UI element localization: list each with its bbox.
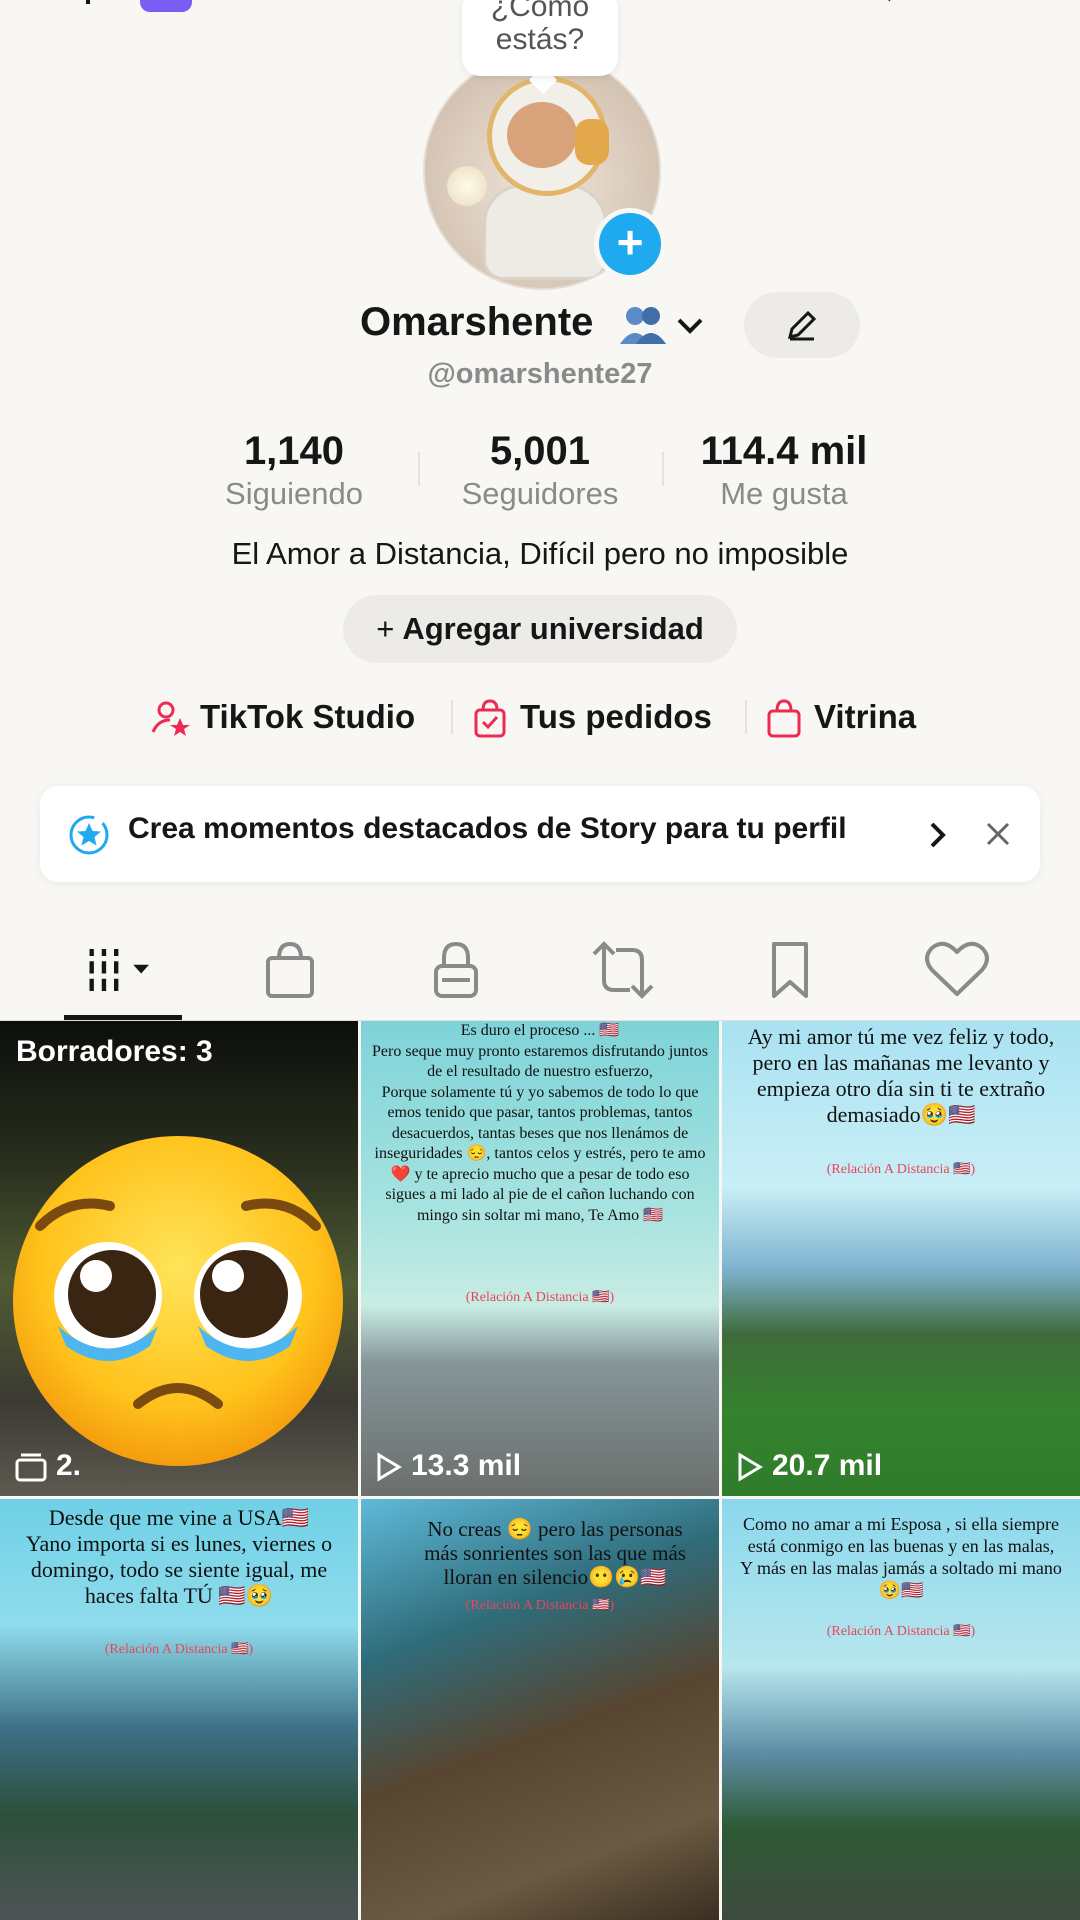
video-caption: Como no amar a mi Esposa , si ella siemp… <box>740 1514 1062 1600</box>
tab-bookmark-icon[interactable] <box>756 940 826 1000</box>
close-icon[interactable] <box>984 820 1012 848</box>
link-tus-pedidos[interactable]: Tus pedidos <box>520 692 712 742</box>
view-count: 13.3 mil <box>375 1446 521 1486</box>
add-friend-icon[interactable] <box>36 0 106 22</box>
view-count: 20.7 mil <box>736 1446 882 1486</box>
stat-following[interactable]: 1,140 Siguiendo <box>174 428 414 514</box>
chevron-right-icon <box>930 822 946 848</box>
status-bubble[interactable]: ¿Cómo estás? <box>462 0 618 76</box>
video-tile[interactable]: No creas 😔 pero las personas más sonrien… <box>361 1499 719 1920</box>
people-emoji-icon <box>620 307 666 344</box>
stat-followers[interactable]: 5,001 Seguidores <box>420 428 660 514</box>
drafts-count: 2. <box>14 1446 81 1486</box>
story-highlights-banner[interactable]: Crea momentos destacados de Story para t… <box>40 786 1040 882</box>
drafts-stack-icon <box>15 1453 47 1482</box>
video-caption: Ay mi amor tú me vez feliz y todo, pero … <box>747 1024 1055 1127</box>
video-tag: (Relación A Distancia 🇺🇸) <box>104 1642 254 1657</box>
video-tile[interactable]: Como no amar a mi Esposa , si ella siemp… <box>722 1499 1080 1920</box>
studio-icon[interactable] <box>786 0 856 22</box>
tab-heart-icon[interactable] <box>922 940 992 1000</box>
video-tag: (Relación A Distancia 🇺🇸) <box>465 1290 615 1305</box>
play-icon <box>377 1452 402 1482</box>
video-tile[interactable]: Es duro el proceso ... 🇺🇸 Pero seque muy… <box>361 1021 719 1496</box>
link-tiktok-studio[interactable]: TikTok Studio <box>200 692 415 742</box>
creator-icon <box>151 701 190 736</box>
profile-bio: El Amor a Distancia, Difícil pero no imp… <box>231 536 849 571</box>
notification-badge[interactable] <box>140 0 192 12</box>
plus-icon: + <box>376 611 395 646</box>
video-caption: Desde que me vine a USA🇺🇸 Yano importa s… <box>25 1505 333 1608</box>
video-caption: Es duro el proceso ... 🇺🇸 Pero seque muy… <box>372 1022 708 1224</box>
tab-repost-icon[interactable] <box>588 940 658 1000</box>
stat-likes[interactable]: 114.4 mil Me gusta <box>664 428 904 514</box>
shopping-bag-icon <box>767 699 801 738</box>
add-story-button[interactable]: + <box>594 208 666 280</box>
tab-shop-bag-icon[interactable] <box>256 940 326 1000</box>
profile-name[interactable]: Omarshente <box>360 300 593 345</box>
star-badge-icon <box>69 815 109 855</box>
edit-profile-button[interactable] <box>744 292 860 358</box>
add-university-button[interactable]: + Agregar universidad <box>343 595 737 663</box>
status-bubble-text: ¿Cómo estás? <box>490 0 590 56</box>
link-vitrina[interactable]: Vitrina <box>814 692 916 742</box>
drafts-tile[interactable]: Borradores: 3 2. <box>0 1021 358 1496</box>
orders-bag-icon <box>474 699 506 738</box>
video-tag: (Relación A Distancia 🇺🇸) <box>826 1624 976 1639</box>
chevron-down-icon[interactable] <box>673 308 707 342</box>
menu-icon[interactable] <box>982 0 1052 22</box>
video-tile[interactable]: Ay mi amor tú me vez feliz y todo, pero … <box>722 1021 1080 1496</box>
video-tag: (Relación A Distancia 🇺🇸) <box>465 1598 615 1613</box>
pleading-face-emoji-icon <box>13 1136 343 1466</box>
profile-handle: @omarshente27 <box>427 358 653 390</box>
tab-lock-icon[interactable] <box>422 940 492 1000</box>
share-icon[interactable] <box>882 0 952 22</box>
tab-videos-grid-icon[interactable] <box>86 940 156 1000</box>
video-tag: (Relación A Distancia 🇺🇸) <box>826 1162 976 1177</box>
banner-text: Crea momentos destacados de Story para t… <box>128 812 847 845</box>
play-icon <box>738 1452 763 1482</box>
video-tile[interactable]: Desde que me vine a USA🇺🇸 Yano importa s… <box>0 1499 358 1920</box>
drafts-label: Borradores: 3 <box>16 1035 213 1068</box>
video-caption: No creas 😔 pero las personas más sonrien… <box>424 1517 686 1589</box>
pencil-icon <box>787 310 817 341</box>
